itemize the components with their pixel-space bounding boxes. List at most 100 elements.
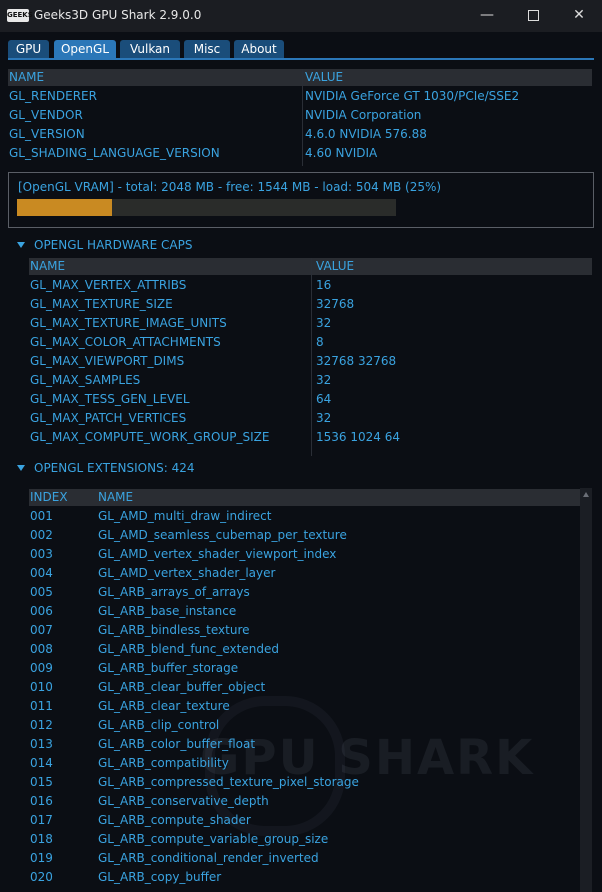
extension-index: 012 [30, 718, 53, 732]
vram-progress-fill [17, 199, 112, 216]
tab-underline [8, 58, 594, 60]
caps-row-value: 32 [316, 411, 332, 425]
caps-row-name: GL_MAX_VIEWPORT_DIMS [30, 354, 185, 368]
extension-name: GL_ARB_clear_buffer_object [98, 680, 266, 694]
extension-name: GL_ARB_clear_texture [98, 699, 230, 713]
extension-index: 009 [30, 661, 53, 675]
extension-name: GL_AMD_seamless_cubemap_per_texture [98, 528, 347, 542]
caps-row-name: GL_MAX_VERTEX_ATTRIBS [30, 278, 187, 292]
info-row-value: NVIDIA Corporation [305, 108, 422, 122]
maximize-button[interactable] [510, 0, 556, 32]
ext-header-index: INDEX [30, 490, 68, 504]
info-row-value: 4.60 NVIDIA [305, 146, 378, 160]
extension-index: 015 [30, 775, 53, 789]
extension-name: GL_ARB_base_instance [98, 604, 237, 618]
info-header-value: VALUE [305, 70, 344, 84]
extensions-section-title: OPENGL EXTENSIONS: 424 [34, 461, 195, 475]
extension-index: 019 [30, 851, 53, 865]
caps-row-value: 32 [316, 316, 332, 330]
info-table-row[interactable] [8, 106, 592, 125]
app-icon: GEEKS [7, 9, 33, 22]
extension-name: GL_ARB_color_buffer_float [98, 737, 256, 751]
close-button[interactable]: ✕ [556, 0, 602, 32]
maximize-icon [527, 9, 539, 21]
caps-row-name: GL_MAX_TEXTURE_SIZE [30, 297, 173, 311]
caps-section-header[interactable]: OPENGL HARDWARE CAPS [17, 238, 192, 252]
extension-index: 002 [30, 528, 53, 542]
extension-name: GL_ARB_conditional_render_inverted [98, 851, 319, 865]
caps-header-value: VALUE [316, 259, 355, 273]
scroll-up-arrow-icon[interactable] [583, 492, 589, 497]
info-table-header: NAME VALUE [8, 69, 592, 86]
minimize-button[interactable]: — [464, 0, 510, 32]
extension-index: 016 [30, 794, 53, 808]
extension-index: 005 [30, 585, 53, 599]
caps-row-name: GL_MAX_TESS_GEN_LEVEL [30, 392, 190, 406]
info-row-name: GL_RENDERER [9, 89, 97, 103]
caps-row-value: 32768 32768 [316, 354, 397, 368]
extension-index: 018 [30, 832, 53, 846]
caps-row-value: 16 [316, 278, 332, 292]
extension-index: 020 [30, 870, 53, 884]
info-row-value: NVIDIA GeForce GT 1030/PCIe/SSE2 [305, 89, 520, 103]
extension-index: 007 [30, 623, 53, 637]
info-table-row[interactable] [8, 125, 592, 144]
extension-index: 017 [30, 813, 53, 827]
window-title: Geeks3D GPU Shark 2.9.0.0 [34, 8, 202, 22]
tab-opengl[interactable]: OpenGL [54, 40, 116, 58]
extension-name: GL_AMD_multi_draw_indirect [98, 509, 272, 523]
extension-index: 003 [30, 547, 53, 561]
vram-label: [OpenGL VRAM] - total: 2048 MB - free: 1… [18, 180, 442, 194]
info-row-name: GL_VERSION [9, 127, 85, 141]
info-header-name: NAME [9, 70, 45, 84]
extension-name: GL_ARB_bindless_texture [98, 623, 250, 637]
caps-row-name: GL_MAX_TEXTURE_IMAGE_UNITS [30, 316, 227, 330]
extension-name: GL_AMD_vertex_shader_layer [98, 566, 276, 580]
caps-header-name: NAME [30, 259, 66, 273]
collapse-triangle-icon [17, 464, 25, 471]
tab-about[interactable]: About [234, 40, 284, 58]
extension-index: 004 [30, 566, 53, 580]
caps-row-value: 32 [316, 373, 332, 387]
tab-misc[interactable]: Misc [184, 40, 230, 58]
vram-panel: [OpenGL VRAM] - total: 2048 MB - free: 1… [8, 172, 594, 228]
tab-gpu[interactable]: GPU [8, 40, 49, 58]
extensions-table-header: INDEX NAME [29, 489, 580, 506]
extensions-scrollbar[interactable] [580, 488, 592, 892]
extension-name: GL_ARB_clip_control [98, 718, 220, 732]
minimize-icon: — [480, 7, 494, 23]
extension-name: GL_ARB_copy_buffer [98, 870, 222, 884]
caps-row-name: GL_MAX_PATCH_VERTICES [30, 411, 187, 425]
extension-name: GL_ARB_blend_func_extended [98, 642, 279, 656]
caps-row-name: GL_MAX_SAMPLES [30, 373, 141, 387]
caps-row-value: 1536 1024 64 [316, 430, 400, 444]
extension-index: 013 [30, 737, 53, 751]
title-bar: GEEKS Geeks3D GPU Shark 2.9.0.0 — ✕ [0, 0, 602, 32]
caps-row-name: GL_MAX_COLOR_ATTACHMENTS [30, 335, 221, 349]
extension-name: GL_ARB_compute_shader [98, 813, 251, 827]
extension-index: 014 [30, 756, 53, 770]
extension-name: GL_ARB_arrays_of_arrays [98, 585, 250, 599]
extension-name: GL_ARB_buffer_storage [98, 661, 239, 675]
extension-index: 011 [30, 699, 53, 713]
extension-index: 008 [30, 642, 53, 656]
extension-name: GL_ARB_compressed_texture_pixel_storage [98, 775, 359, 789]
tab-vulkan[interactable]: Vulkan [120, 40, 180, 58]
extension-index: 010 [30, 680, 53, 694]
info-row-name: GL_VENDOR [9, 108, 83, 122]
extensions-section-header[interactable]: OPENGL EXTENSIONS: 424 [17, 461, 194, 475]
ext-header-name: NAME [98, 490, 134, 504]
caps-row-name: GL_MAX_COMPUTE_WORK_GROUP_SIZE [30, 430, 270, 444]
extension-name: GL_ARB_compute_variable_group_size [98, 832, 329, 846]
extension-name: GL_AMD_vertex_shader_viewport_index [98, 547, 337, 561]
close-icon: ✕ [573, 7, 585, 23]
vram-progress-bar [17, 199, 396, 216]
caps-row-value: 32768 [316, 297, 355, 311]
caps-section-title: OPENGL HARDWARE CAPS [34, 238, 193, 252]
collapse-triangle-icon [17, 241, 25, 248]
info-row-value: 4.6.0 NVIDIA 576.88 [305, 127, 427, 141]
extension-index: 001 [30, 509, 53, 523]
caps-row-value: 8 [316, 335, 324, 349]
info-row-name: GL_SHADING_LANGUAGE_VERSION [9, 146, 220, 160]
extension-name: GL_ARB_conservative_depth [98, 794, 269, 808]
